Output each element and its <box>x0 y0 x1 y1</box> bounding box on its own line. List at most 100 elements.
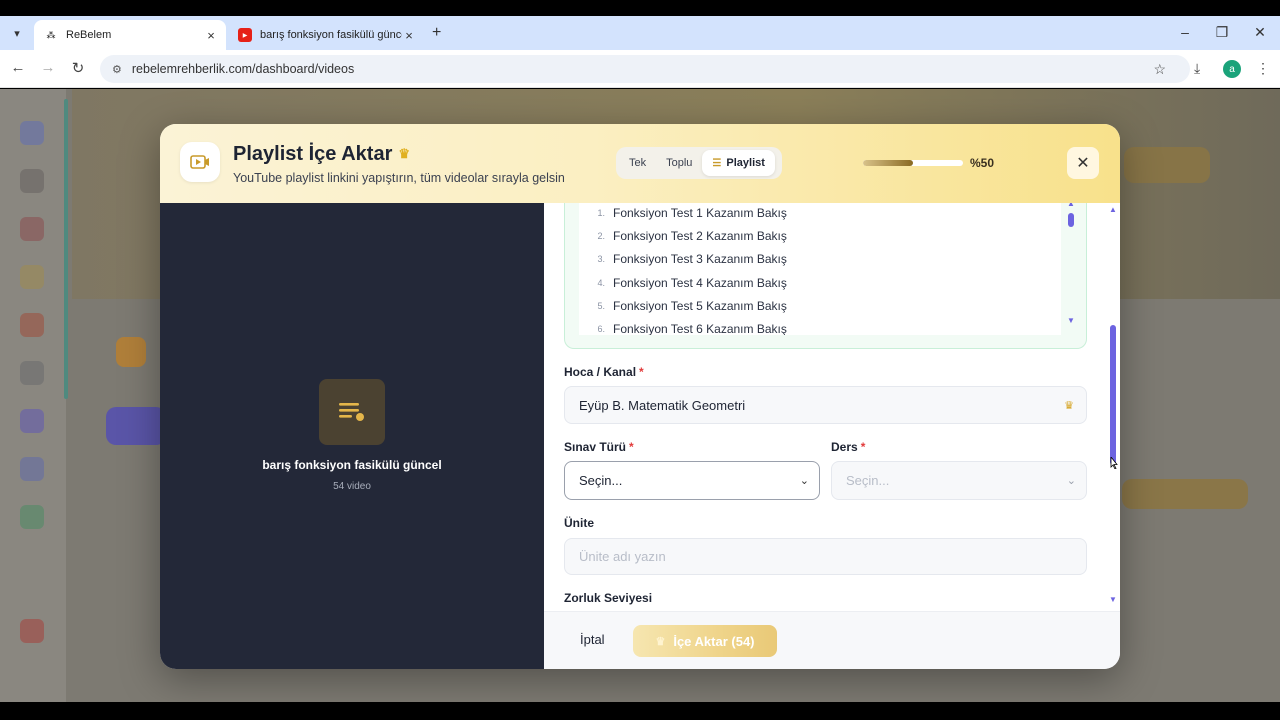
video-list-container: 1. Fonksiyon Test 1 Kazanım Bakış 2. Fonks… <box>564 203 1087 349</box>
mouse-cursor-icon <box>1110 457 1118 469</box>
chevron-down-icon: ▾ <box>14 27 20 40</box>
modal-close-button[interactable]: ✕ <box>1067 147 1099 179</box>
app-sidebar <box>0 89 66 702</box>
mode-tab-label: Toplu <box>666 157 693 169</box>
bookmark-star-icon[interactable]: ☆ <box>1153 61 1166 78</box>
modal-footer: İptal ♛ İçe Aktar (54) <box>544 611 1120 669</box>
screen-bottom-bar <box>0 702 1280 720</box>
video-number: 3. <box>597 254 605 264</box>
cancel-button[interactable]: İptal <box>580 632 605 647</box>
required-mark: * <box>629 440 634 454</box>
lesson-label-text: Ders <box>831 440 858 454</box>
video-number: 6. <box>597 324 605 334</box>
video-list-scrollbar[interactable] <box>1068 213 1074 227</box>
video-import-icon <box>180 142 220 182</box>
reload-icon[interactable]: ↻ <box>68 59 88 77</box>
exam-type-select[interactable]: Seçin... ⌄ <box>564 461 820 500</box>
forward-arrow-icon[interactable]: → <box>38 59 58 76</box>
video-list[interactable]: 1. Fonksiyon Test 1 Kazanım Bakış 2. Fonks… <box>579 203 1061 335</box>
import-progress-label: %50 <box>970 156 995 170</box>
sidebar-icon <box>20 505 44 529</box>
backdrop-button <box>1124 147 1210 183</box>
crown-icon: ♛ <box>398 146 411 161</box>
list-item: 6. Fonksiyon Test 6 Kazanım Bakış <box>579 319 786 335</box>
list-item: 2. Fonksiyon Test 2 Kazanım Bakış <box>579 226 787 246</box>
import-form-panel: 1. Fonksiyon Test 1 Kazanım Bakış 2. Fonks… <box>544 203 1120 611</box>
modal-title: Playlist İçe Aktar ♛ <box>233 143 410 166</box>
sidebar-icon <box>20 217 44 241</box>
window-close-icon[interactable]: ✕ <box>1250 24 1270 41</box>
import-button[interactable]: ♛ İçe Aktar (54) <box>633 625 777 657</box>
video-number: 1. <box>597 208 605 218</box>
teacher-label-text: Hoca / Kanal <box>564 365 637 379</box>
browser-tab-youtube[interactable]: ▶ barış fonksiyon fasikülü güncel × <box>232 20 424 50</box>
video-number: 5. <box>597 301 605 311</box>
playlist-video-count: 54 video <box>333 481 371 492</box>
video-number: 2. <box>597 231 605 241</box>
tab-title: ReBelem <box>66 29 112 41</box>
video-title: Fonksiyon Test 5 Kazanım Bakış <box>613 299 787 313</box>
required-mark: * <box>639 365 644 379</box>
exam-type-label: Sınav Türü * <box>564 440 634 454</box>
mode-tab-toplu[interactable]: Toplu <box>656 150 702 176</box>
scroll-up-arrow-icon[interactable]: ▲ <box>1067 203 1075 208</box>
list-item: 1. Fonksiyon Test 1 Kazanım Bakış <box>579 203 787 223</box>
browser-tabbar: ▾ ⁂ ReBelem × ▶ barış fonksiyon fasikülü… <box>0 16 1280 50</box>
unit-placeholder: Ünite adı yazın <box>579 549 666 564</box>
unit-input[interactable]: Ünite adı yazın <box>564 538 1087 575</box>
modal-header: Playlist İçe Aktar ♛ YouTube playlist lin… <box>160 124 1120 203</box>
video-title: Fonksiyon Test 1 Kazanım Bakış <box>613 206 787 220</box>
minimize-icon[interactable]: – <box>1175 24 1195 40</box>
profile-avatar[interactable]: a <box>1223 60 1241 78</box>
teacher-label: Hoca / Kanal * <box>564 365 644 379</box>
browser-tab-rebelem[interactable]: ⁂ ReBelem × <box>34 20 226 50</box>
lesson-label: Ders * <box>831 440 865 454</box>
sidebar-icon <box>20 121 44 145</box>
list-item: 5. Fonksiyon Test 5 Kazanım Bakış <box>579 296 787 316</box>
site-info-icon[interactable]: ⚙ <box>112 63 122 76</box>
list-item: 4. Fonksiyon Test 4 Kazanım Bakış <box>579 273 787 293</box>
youtube-favicon-icon: ▶ <box>238 28 252 42</box>
mode-tab-label: Playlist <box>726 157 765 169</box>
form-scrollbar[interactable]: ▲ ▼ <box>1107 203 1120 611</box>
scroll-down-arrow-icon[interactable]: ▼ <box>1067 316 1075 325</box>
teacher-input[interactable]: Eyüp B. Matematik Geometri ♛ <box>564 386 1087 424</box>
unit-label: Ünite <box>564 516 594 530</box>
form-scrollbar-thumb[interactable] <box>1110 325 1116 465</box>
video-title: Fonksiyon Test 3 Kazanım Bakış <box>613 252 787 266</box>
modal-title-text: Playlist İçe Aktar <box>233 143 393 165</box>
tab-title: barış fonksiyon fasikülü güncel <box>260 29 402 41</box>
mode-tab-label: Tek <box>629 157 647 169</box>
mode-tab-tek[interactable]: Tek <box>619 150 656 176</box>
sidebar-icon <box>20 169 44 193</box>
chevron-down-icon: ⌄ <box>799 475 809 487</box>
screen: ▾ ⁂ ReBelem × ▶ barış fonksiyon fasikülü… <box>0 0 1280 720</box>
scroll-down-arrow-icon[interactable]: ▼ <box>1109 595 1117 604</box>
playlist-icon: ☰ <box>712 157 722 169</box>
import-button-label: İçe Aktar (54) <box>673 633 755 649</box>
modal-subtitle: YouTube playlist linkini yapıştırın, tüm… <box>233 171 565 185</box>
scroll-up-arrow-icon[interactable]: ▲ <box>1109 205 1117 214</box>
mode-tab-playlist[interactable]: ☰ Playlist <box>702 150 775 176</box>
video-title: Fonksiyon Test 2 Kazanım Bakış <box>613 229 787 243</box>
more-menu-icon[interactable]: ⋮ <box>1256 60 1270 77</box>
tab-search-button[interactable]: ▾ <box>6 22 28 44</box>
list-item: 3. Fonksiyon Test 3 Kazanım Bakış <box>579 249 787 269</box>
playlist-preview-panel: barış fonksiyon fasikülü güncel 54 video <box>160 203 544 669</box>
lesson-select[interactable]: Seçin... ⌄ <box>831 461 1087 500</box>
playlist-import-modal: Playlist İçe Aktar ♛ YouTube playlist lin… <box>160 124 1120 669</box>
address-bar[interactable]: ⚙ rebelemrehberlik.com/dashboard/videos … <box>100 55 1190 83</box>
sidebar-icon <box>20 265 44 289</box>
download-icon[interactable]: ⤓ <box>1194 60 1200 77</box>
import-progress-bar <box>863 160 963 166</box>
exam-type-label-text: Sınav Türü <box>564 440 627 454</box>
backdrop-icon <box>116 337 146 367</box>
sidebar-icon <box>20 409 44 433</box>
close-icon[interactable]: × <box>204 28 218 43</box>
close-icon[interactable]: × <box>402 28 416 43</box>
back-arrow-icon[interactable]: ← <box>8 59 28 76</box>
video-title: Fonksiyon Test 4 Kazanım Bakış <box>613 276 787 290</box>
new-tab-icon[interactable]: + <box>432 24 441 42</box>
mode-switcher: Tek Toplu ☰ Playlist <box>616 147 782 179</box>
restore-icon[interactable]: ❐ <box>1212 24 1232 41</box>
